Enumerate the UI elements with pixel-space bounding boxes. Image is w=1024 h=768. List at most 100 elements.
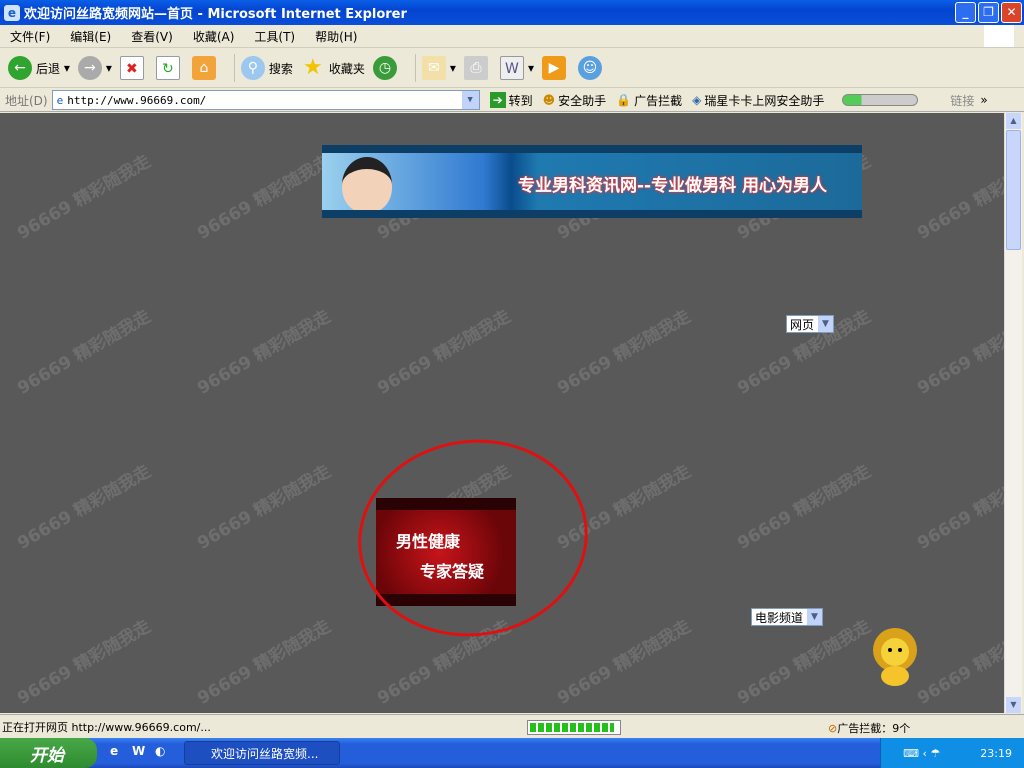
watermark-text: 96669 精彩随我走: [14, 461, 155, 554]
select-value: 电影频道: [755, 610, 804, 625]
printer-icon: ⎙: [463, 56, 488, 80]
menu-file[interactable]: 文件(F): [10, 28, 50, 45]
print-button[interactable]: ⎙: [463, 56, 492, 80]
messenger-icon: ☺: [577, 56, 602, 80]
stop-icon: ✖: [119, 56, 144, 80]
scroll-up-button[interactable]: ▲: [1006, 113, 1021, 129]
watermark-text: 96669 精彩随我走: [914, 306, 1004, 399]
vertical-scrollbar[interactable]: ▲ ▼: [1004, 113, 1022, 713]
watermark-text: 96669 精彩随我走: [554, 306, 695, 399]
address-dropdown[interactable]: ▼: [461, 91, 479, 109]
search-type-select[interactable]: 网页 ▼: [786, 315, 835, 333]
status-bar: 正在打开网页 http://www.96669.com/... ⊘广告拦截：9个: [0, 714, 1024, 738]
rising-status-gauge: [842, 94, 919, 106]
messenger-button[interactable]: ☺: [577, 56, 606, 80]
scroll-thumb[interactable]: [1006, 130, 1021, 250]
menu-help[interactable]: 帮助(H): [315, 28, 357, 45]
taskbar-ie-window[interactable]: 欢迎访问丝路宽频...: [184, 741, 340, 765]
favorites-button[interactable]: ★ 收藏夹: [301, 56, 365, 80]
go-button[interactable]: ➔ 转到: [489, 92, 533, 109]
history-icon: ◷: [372, 56, 397, 80]
ie-icon: e: [4, 4, 20, 21]
refresh-button[interactable]: ↻: [155, 56, 184, 80]
plugin-label: 广告拦截: [634, 93, 683, 108]
maximize-button[interactable]: ❐: [978, 2, 999, 23]
window-title: 欢迎访问丝路宽频网站—首页 - Microsoft Internet Explo…: [24, 7, 407, 22]
chevron-icon[interactable]: »: [980, 93, 987, 107]
watermark-text: 96669 精彩随我走: [734, 616, 875, 709]
close-button[interactable]: ✕: [1001, 2, 1022, 23]
stop-button[interactable]: ✖: [119, 56, 148, 80]
watermark-text: 96669 精彩随我走: [14, 306, 155, 399]
back-button[interactable]: ← 后退 ▾: [8, 56, 70, 80]
plugin-label: 安全助手: [558, 93, 607, 108]
adblock-status[interactable]: ⊘广告拦截：9个: [828, 720, 910, 736]
plugin-rising[interactable]: ◈ 瑞星卡卡上网安全助手: [692, 92, 824, 109]
edit-word-button[interactable]: W ▾: [499, 56, 534, 80]
watermark-text: 96669 精彩随我走: [194, 306, 335, 399]
clock: 23:19: [980, 746, 1012, 760]
tiger-icon: ☻: [542, 93, 556, 107]
banner-text: 专业男科资讯网--专业做男科 用心为男人: [518, 176, 828, 196]
address-bar: 地址(D) e http://www.96669.com/ ▼ ➔ 转到 ☻ 安全助…: [0, 89, 1024, 112]
plugin-adblock[interactable]: 🔒 广告拦截: [616, 92, 682, 109]
back-label: 后退: [36, 61, 61, 76]
menu-tools[interactable]: 工具(T): [254, 28, 295, 45]
forward-arrow-icon: →: [77, 56, 102, 80]
search-icon: ⚲: [240, 56, 265, 80]
adblock-icon: ⊘: [828, 722, 838, 735]
adblock-count: 广告拦截：9个: [837, 722, 911, 735]
word-icon: W: [499, 56, 524, 80]
favorites-label: 收藏夹: [328, 61, 365, 76]
ie-quicklaunch-icon[interactable]: e: [110, 744, 118, 758]
status-text: 正在打开网页 http://www.96669.com/...: [2, 720, 211, 734]
menu-bar: 文件(F) 编辑(E) 查看(V) 收藏(A) 工具(T) 帮助(H): [0, 25, 1024, 48]
channel-select[interactable]: 电影频道 ▼: [751, 608, 824, 626]
watermark-text: 96669 精彩随我走: [194, 151, 335, 244]
woman-image: [342, 157, 392, 210]
watermark-text: 96669 精彩随我走: [554, 616, 695, 709]
start-label: 开始: [30, 745, 64, 766]
refresh-icon: ↻: [155, 56, 180, 80]
plugin-security[interactable]: ☻ 安全助手: [543, 92, 607, 109]
watermark-text: 96669 精彩随我走: [914, 616, 1004, 709]
tray-icons[interactable]: ⌨ ‹ ☂: [903, 747, 940, 760]
watermark-text: 96669 精彩随我走: [914, 461, 1004, 554]
taskbar: 开始 e W ◐ 欢迎访问丝路宽频... ⌨ ‹ ☂ 23:19: [0, 738, 1024, 768]
media-button[interactable]: ▶: [541, 56, 570, 80]
outlook-quicklaunch-icon[interactable]: ◐: [155, 744, 165, 758]
select-value: 网页: [790, 317, 815, 332]
watermark-text: 96669 精彩随我走: [14, 616, 155, 709]
windows-logo-icon: [984, 25, 1014, 47]
toolbar: ← 后退 ▾ → ▾ ✖ ↻ ⌂ ⚲ 搜索 ★ 收藏夹 ◷ ✉ ▾ ⎙ W ▾ ▶ ☺: [0, 49, 1024, 88]
watermark-text: 96669 精彩随我走: [374, 306, 515, 399]
system-tray: ⌨ ‹ ☂ 23:19: [880, 738, 1024, 768]
banner-ad[interactable]: 专业男科资讯网--专业做男科 用心为男人: [322, 145, 862, 218]
links-label[interactable]: 链接: [950, 92, 974, 109]
mail-icon: ✉: [421, 56, 446, 80]
home-button[interactable]: ⌂: [191, 56, 220, 80]
go-label: 转到: [508, 93, 533, 108]
back-arrow-icon: ←: [8, 56, 32, 80]
minimize-button[interactable]: _: [955, 2, 976, 23]
go-arrow-icon: ➔: [489, 92, 506, 108]
shield-icon: ◈: [692, 93, 702, 107]
forward-button[interactable]: → ▾: [77, 56, 112, 80]
search-button[interactable]: ⚲ 搜索: [240, 56, 293, 80]
watermark-text: 96669 精彩随我走: [194, 616, 335, 709]
scroll-down-button[interactable]: ▼: [1006, 697, 1021, 713]
chevron-down-icon: ▼: [818, 316, 834, 332]
menu-favorites[interactable]: 收藏(A): [193, 28, 235, 45]
start-button[interactable]: 开始: [0, 738, 97, 768]
watermark-text: 96669 精彩随我走: [14, 151, 155, 244]
history-button[interactable]: ◷: [372, 56, 401, 80]
plugin-label: 瑞星卡卡上网安全助手: [704, 93, 825, 108]
lock-icon: 🔒: [616, 93, 632, 107]
menu-view[interactable]: 查看(V): [131, 28, 173, 45]
menu-edit[interactable]: 编辑(E): [70, 28, 111, 45]
address-input[interactable]: e http://www.96669.com/ ▼: [51, 90, 480, 110]
watermark-text: 96669 精彩随我走: [194, 461, 335, 554]
word-quicklaunch-icon[interactable]: W: [132, 744, 145, 758]
lion-mascot-icon: [873, 628, 917, 686]
mail-button[interactable]: ✉ ▾: [421, 56, 456, 80]
